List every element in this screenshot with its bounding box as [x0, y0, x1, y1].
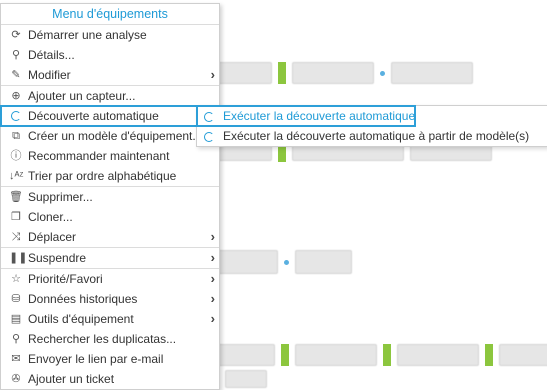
database-icon: ⛁ [11, 293, 21, 305]
menu-item-label: Démarrer une analyse [28, 28, 147, 42]
menu-item-label: Détails... [28, 48, 75, 62]
shuffle-icon: ⤨ [11, 231, 21, 243]
submenu-item-label: Exécuter la découverte automatique à par… [223, 129, 530, 143]
menu-item-priority[interactable]: ☆ Priorité/Favori › [1, 268, 219, 289]
menu-item-label: Suspendre [28, 251, 87, 265]
envelope-icon: ✉ [11, 353, 21, 365]
menu-item-historic-data[interactable]: ⛁ Données historiques › [1, 289, 219, 309]
clone-icon: ❐ [11, 211, 21, 223]
menu-item-label: Ajouter un capteur... [28, 89, 136, 103]
spinner-icon [204, 127, 214, 148]
ticket-icon: ✇ [11, 373, 21, 385]
edit-icon: ✎ [11, 69, 21, 81]
menu-item-label: Données historiques [28, 292, 138, 306]
submenu-item-run-auto-discovery[interactable]: Exécuter la découverte automatique [196, 105, 416, 128]
menu-item-label: Découverte automatique [28, 109, 159, 123]
menu-item-clone[interactable]: ❐ Cloner... [1, 207, 219, 227]
menu-item-add-ticket[interactable]: ✇ Ajouter un ticket [1, 369, 219, 389]
chevron-right-icon: › [210, 311, 215, 326]
submenu-item-label: Exécuter la découverte automatique [223, 109, 416, 123]
spinner-icon [9, 106, 23, 128]
menu-item-create-template[interactable]: ⧉ Créer un modèle d'équipement... [1, 126, 219, 146]
background-row [218, 250, 352, 274]
menu-title: Menu d'équipements [52, 7, 168, 21]
device-context-menu: Menu d'équipements ⟳ Démarrer une analys… [0, 3, 220, 390]
menu-item-device-tools[interactable]: ▤ Outils d'équipement › [1, 309, 219, 329]
menu-item-details[interactable]: ⚲ Détails... [1, 45, 219, 65]
menu-item-auto-discovery[interactable]: Découverte automatique › [0, 105, 219, 128]
plus-circle-icon: ⊕ [11, 90, 21, 102]
chevron-right-icon: › [210, 229, 215, 244]
menu-item-edit[interactable]: ✎ Modifier › [1, 65, 219, 85]
chevron-right-icon: › [210, 67, 215, 82]
chevron-right-icon: › [210, 250, 215, 265]
menu-item-label: Recommander maintenant [28, 149, 170, 163]
spinner-icon [204, 107, 214, 128]
menu-item-label: Rechercher les duplicatas... [28, 332, 177, 346]
menu-item-move[interactable]: ⤨ Déplacer › [1, 227, 219, 247]
menu-item-label: Cloner... [28, 210, 73, 224]
menu-item-delete[interactable]: 🗑 Supprimer... [1, 186, 219, 207]
submenu-item-run-auto-discovery-templates[interactable]: Exécuter la découverte automatique à par… [197, 126, 547, 146]
menu-item-find-duplicates[interactable]: ⚲ Rechercher les duplicatas... [1, 329, 219, 349]
star-icon: ☆ [11, 273, 21, 285]
menu-item-label: Créer un modèle d'équipement... [28, 129, 203, 143]
background-row [218, 62, 473, 84]
background-row [225, 370, 267, 388]
chevron-right-icon: › [210, 271, 215, 286]
menu-item-label: Envoyer le lien par e-mail [28, 352, 164, 366]
menu-item-label: Modifier [28, 68, 71, 82]
auto-discovery-submenu: Exécuter la découverte automatique Exécu… [196, 105, 547, 147]
search-icon: ⚲ [11, 49, 21, 61]
menu-item-send-link[interactable]: ✉ Envoyer le lien par e-mail [1, 349, 219, 369]
menu-item-label: Supprimer... [28, 190, 93, 204]
menu-item-label: Outils d'équipement [28, 312, 134, 326]
menu-item-pause[interactable]: ❚❚ Suspendre › [1, 247, 219, 268]
menu-item-recheck-now[interactable]: ⓘ Recommander maintenant [1, 146, 219, 166]
background-row [218, 344, 547, 366]
menu-item-label: Ajouter un ticket [28, 372, 115, 386]
menu-item-sort-alpha[interactable]: ↓ᴬᶻ Trier par ordre alphabétique [1, 166, 219, 186]
chevron-right-icon: › [210, 291, 215, 306]
trash-icon: 🗑 [9, 191, 23, 203]
briefcase-icon: ▤ [10, 313, 22, 325]
menu-item-label: Déplacer [28, 230, 77, 244]
info-icon: ⓘ [10, 150, 22, 162]
menu-item-add-sensor[interactable]: ⊕ Ajouter un capteur... [1, 85, 219, 106]
menu-item-label: Trier par ordre alphabétique [28, 169, 177, 183]
menu-item-start-analysis[interactable]: ⟳ Démarrer une analyse [1, 24, 219, 45]
refresh-icon: ⟳ [11, 29, 21, 41]
sort-alpha-icon: ↓ᴬᶻ [9, 170, 24, 182]
search-icon: ⚲ [11, 333, 21, 345]
template-icon: ⧉ [12, 130, 20, 142]
menu-item-label: Priorité/Favori [28, 272, 103, 286]
pause-icon: ❚❚ [9, 252, 28, 264]
